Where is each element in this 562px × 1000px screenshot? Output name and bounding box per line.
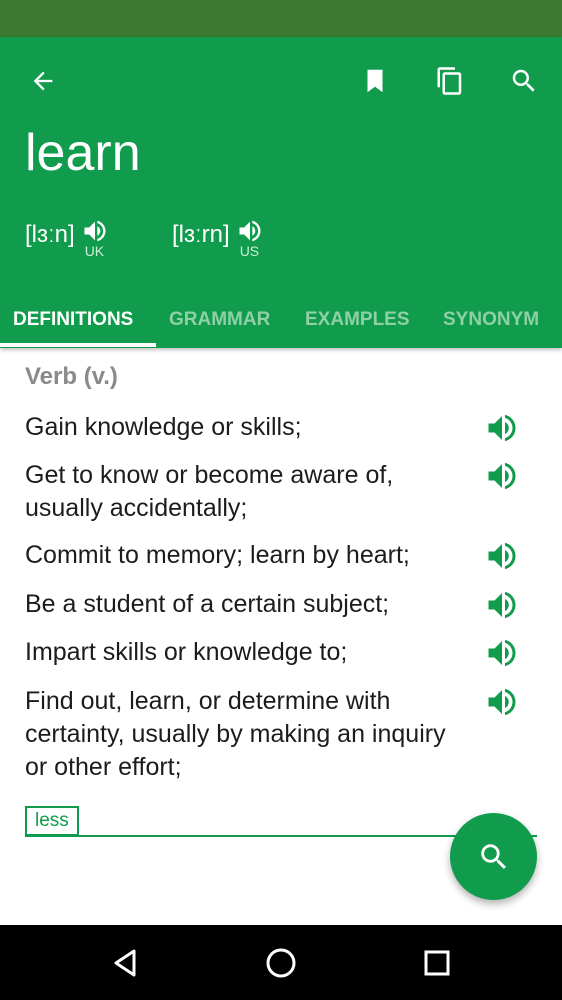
definition-item: Get to know or become aware of, usually … bbox=[25, 461, 394, 522]
copy-icon bbox=[437, 67, 462, 95]
ipa-us: [lɜːrn] bbox=[172, 221, 230, 248]
definition-speaker-button[interactable] bbox=[484, 587, 520, 623]
speaker-icon bbox=[84, 220, 106, 242]
speaker-icon bbox=[488, 542, 516, 570]
ipa-uk: [lɜːn] bbox=[25, 221, 75, 248]
definition-speaker-button[interactable] bbox=[484, 410, 520, 446]
tab-examples[interactable]: EXAMPLES bbox=[305, 295, 410, 345]
tab-synonym[interactable]: SYNONYM bbox=[443, 295, 539, 345]
bookmark-button[interactable] bbox=[353, 59, 397, 103]
app-bar: learn [lɜːn] UK [lɜːrn] US DEFINITIONS G… bbox=[0, 37, 562, 348]
definition-item: Impart skills or knowledge to; bbox=[25, 638, 348, 666]
tab-definitions[interactable]: DEFINITIONS bbox=[13, 295, 133, 345]
definition-speaker-button[interactable] bbox=[484, 458, 520, 494]
definition-item: Commit to memory; learn by heart; bbox=[25, 541, 410, 569]
region-us: US bbox=[239, 243, 260, 259]
definition-item: Be a student of a certain subject; bbox=[25, 590, 390, 618]
circle-home-icon bbox=[266, 948, 296, 978]
status-bar bbox=[0, 0, 562, 37]
square-recents-icon bbox=[424, 950, 450, 976]
play-uk-button[interactable]: UK bbox=[81, 217, 109, 259]
definition-item: Gain knowledge or skills; bbox=[25, 413, 302, 441]
part-of-speech: Verb (v.) bbox=[25, 363, 118, 390]
speaker-icon bbox=[488, 639, 516, 667]
region-uk: UK bbox=[84, 243, 105, 259]
nav-home-button[interactable] bbox=[259, 941, 303, 985]
tab-grammar[interactable]: GRAMMAR bbox=[169, 295, 270, 345]
speaker-icon bbox=[239, 220, 261, 242]
definition-item: Find out, learn, or determine with certa… bbox=[25, 687, 446, 781]
less-button[interactable]: less bbox=[25, 806, 79, 836]
arrow-left-icon bbox=[33, 71, 53, 91]
nav-recents-button[interactable] bbox=[415, 941, 459, 985]
definition-speaker-button[interactable] bbox=[484, 538, 520, 574]
pronunciation-uk: [lɜːn] UK bbox=[25, 217, 109, 259]
speaker-icon bbox=[488, 688, 516, 716]
bookmark-icon bbox=[367, 69, 383, 93]
pronunciation-us: [lɜːrn] US bbox=[172, 217, 264, 259]
speaker-icon bbox=[488, 462, 516, 490]
nav-back-button[interactable] bbox=[103, 941, 147, 985]
tab-indicator bbox=[0, 343, 156, 347]
search-fab[interactable] bbox=[450, 813, 537, 900]
back-button[interactable] bbox=[21, 59, 65, 103]
speaker-icon bbox=[488, 414, 516, 442]
search-icon bbox=[480, 843, 506, 869]
search-icon bbox=[512, 69, 535, 92]
speaker-icon bbox=[488, 591, 516, 619]
search-button[interactable] bbox=[502, 59, 546, 103]
play-us-button[interactable]: US bbox=[236, 217, 264, 259]
triangle-back-icon bbox=[114, 949, 136, 977]
definition-speaker-button[interactable] bbox=[484, 684, 520, 720]
system-nav-bar bbox=[0, 925, 562, 1000]
definition-speaker-button[interactable] bbox=[484, 635, 520, 671]
copy-button[interactable] bbox=[428, 59, 472, 103]
tab-bar: DEFINITIONS GRAMMAR EXAMPLES SYNONYM bbox=[0, 295, 562, 348]
headword: learn bbox=[25, 124, 141, 182]
